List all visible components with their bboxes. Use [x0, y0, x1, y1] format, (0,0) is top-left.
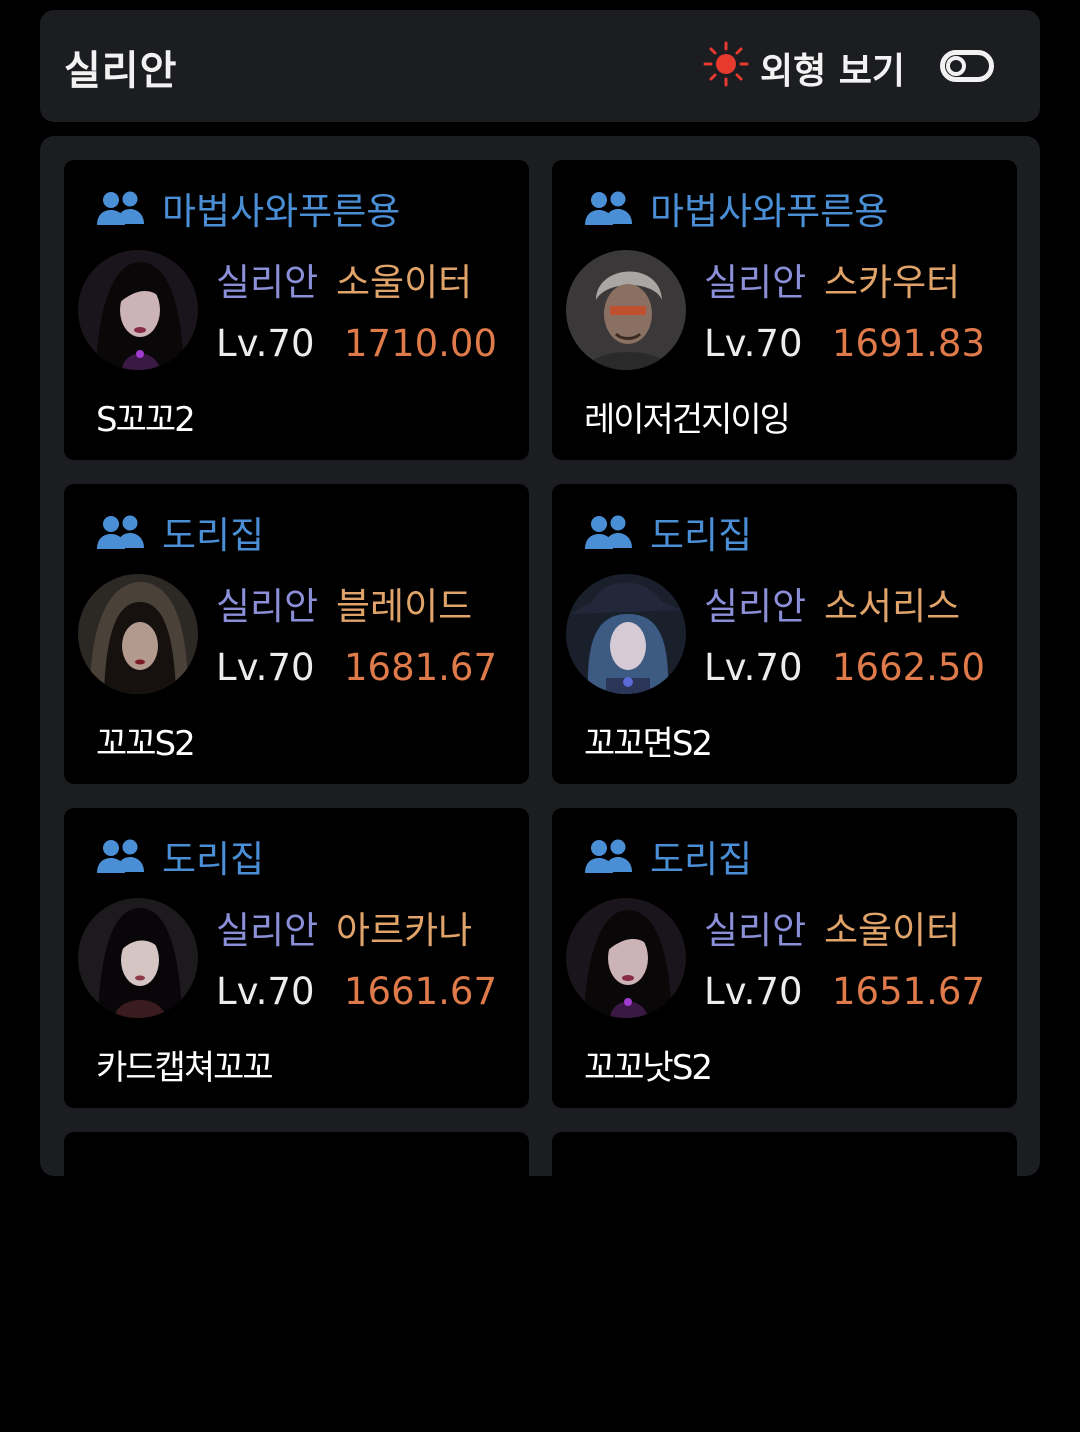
- character-card[interactable]: 마법사와푸른용 실리안 스카우터 Lv.70 1691.83 레이저건지이잉: [552, 160, 1017, 460]
- character-avatar: [78, 898, 198, 1018]
- character-card[interactable]: 도리집 실리안 블레이드 Lv.70 1681.67 꼬꼬S2: [64, 484, 529, 784]
- character-card[interactable]: 마법사와푸른용 실리안 소울이터 Lv.70 1710.00 S꼬꼬2: [64, 160, 529, 460]
- server-name: 실리안: [704, 261, 807, 304]
- character-avatar: [78, 574, 198, 694]
- character-name: 카드캡쳐꼬꼬: [96, 1048, 274, 1088]
- item-level: 1710.00: [344, 322, 498, 365]
- character-card[interactable]: 도리집 실리안 아르카나 Lv.70 1661.67 카드캡쳐꼬꼬: [64, 808, 529, 1108]
- item-level: 1691.83: [832, 322, 986, 365]
- character-card[interactable]: 도리집 실리안 소울이터 Lv.70 1651.67 꼬꼬낫S2: [552, 808, 1017, 1108]
- server-name: 실리안: [704, 585, 807, 628]
- character-name: 꼬꼬S2: [96, 724, 196, 764]
- character-avatar: [566, 574, 686, 694]
- character-level: Lv.70: [704, 970, 803, 1013]
- appearance-toggle[interactable]: [940, 50, 994, 82]
- appearance-view-label: 외형 보기: [760, 51, 906, 92]
- class-name: 스카우터: [824, 261, 961, 304]
- server-name: 실리안: [704, 909, 807, 952]
- character-card[interactable]: 도리집 실리안 소서리스 Lv.70 1662.50 꼬꼬면S2: [552, 484, 1017, 784]
- character-avatar: [78, 250, 198, 370]
- item-level: 1661.67: [344, 970, 498, 1013]
- character-level: Lv.70: [704, 322, 803, 365]
- people-icon: [97, 191, 144, 225]
- class-name: 소울이터: [336, 261, 473, 304]
- guild-name: 마법사와푸른용: [650, 190, 889, 233]
- class-name: 블레이드: [336, 585, 473, 628]
- character-name: 꼬꼬면S2: [584, 724, 713, 764]
- guild-row: 도리집: [96, 832, 265, 881]
- guild-name: 마법사와푸른용: [162, 190, 401, 233]
- guild-name: 도리집: [650, 514, 753, 557]
- people-icon: [97, 515, 144, 549]
- item-level: 1662.50: [832, 646, 986, 689]
- character-name: 레이저건지이잉: [584, 400, 791, 440]
- class-name: 소울이터: [824, 909, 961, 952]
- guild-row: 도리집: [96, 508, 265, 557]
- character-avatar: [566, 898, 686, 1018]
- guild-name: 도리집: [650, 838, 753, 881]
- character-level: Lv.70: [216, 970, 315, 1013]
- people-icon: [585, 515, 632, 549]
- class-name: 소서리스: [824, 585, 961, 628]
- guild-name: 도리집: [162, 514, 265, 557]
- page-title: 실리안: [64, 48, 178, 94]
- character-level: Lv.70: [216, 646, 315, 689]
- server-name: 실리안: [216, 585, 319, 628]
- guild-row: 마법사와푸른용: [96, 184, 401, 233]
- class-name: 아르카나: [336, 909, 473, 952]
- people-icon: [585, 191, 632, 225]
- toggle-knob: [946, 56, 966, 76]
- people-icon: [585, 839, 632, 873]
- character-card[interactable]: [64, 1132, 529, 1432]
- character-list-panel: 마법사와푸른용 실리안 소울이터 Lv.70 1710.00 S꼬꼬2 마법사와…: [40, 136, 1040, 1432]
- item-level: 1681.67: [344, 646, 498, 689]
- character-name: 꼬꼬낫S2: [584, 1048, 713, 1088]
- guild-row: 마법사와푸른용: [584, 184, 889, 233]
- people-icon: [97, 839, 144, 873]
- guild-name: 도리집: [162, 838, 265, 881]
- guild-row: 도리집: [584, 832, 753, 881]
- character-level: Lv.70: [704, 646, 803, 689]
- server-name: 실리안: [216, 261, 319, 304]
- sun-icon: [703, 41, 749, 87]
- guild-row: 도리집: [584, 508, 753, 557]
- character-level: Lv.70: [216, 322, 315, 365]
- character-avatar: [566, 250, 686, 370]
- header-bar: 실리안 외형 보기: [40, 10, 1040, 122]
- character-name: S꼬꼬2: [96, 400, 196, 440]
- server-name: 실리안: [216, 909, 319, 952]
- item-level: 1651.67: [832, 970, 986, 1013]
- character-card[interactable]: [552, 1132, 1017, 1432]
